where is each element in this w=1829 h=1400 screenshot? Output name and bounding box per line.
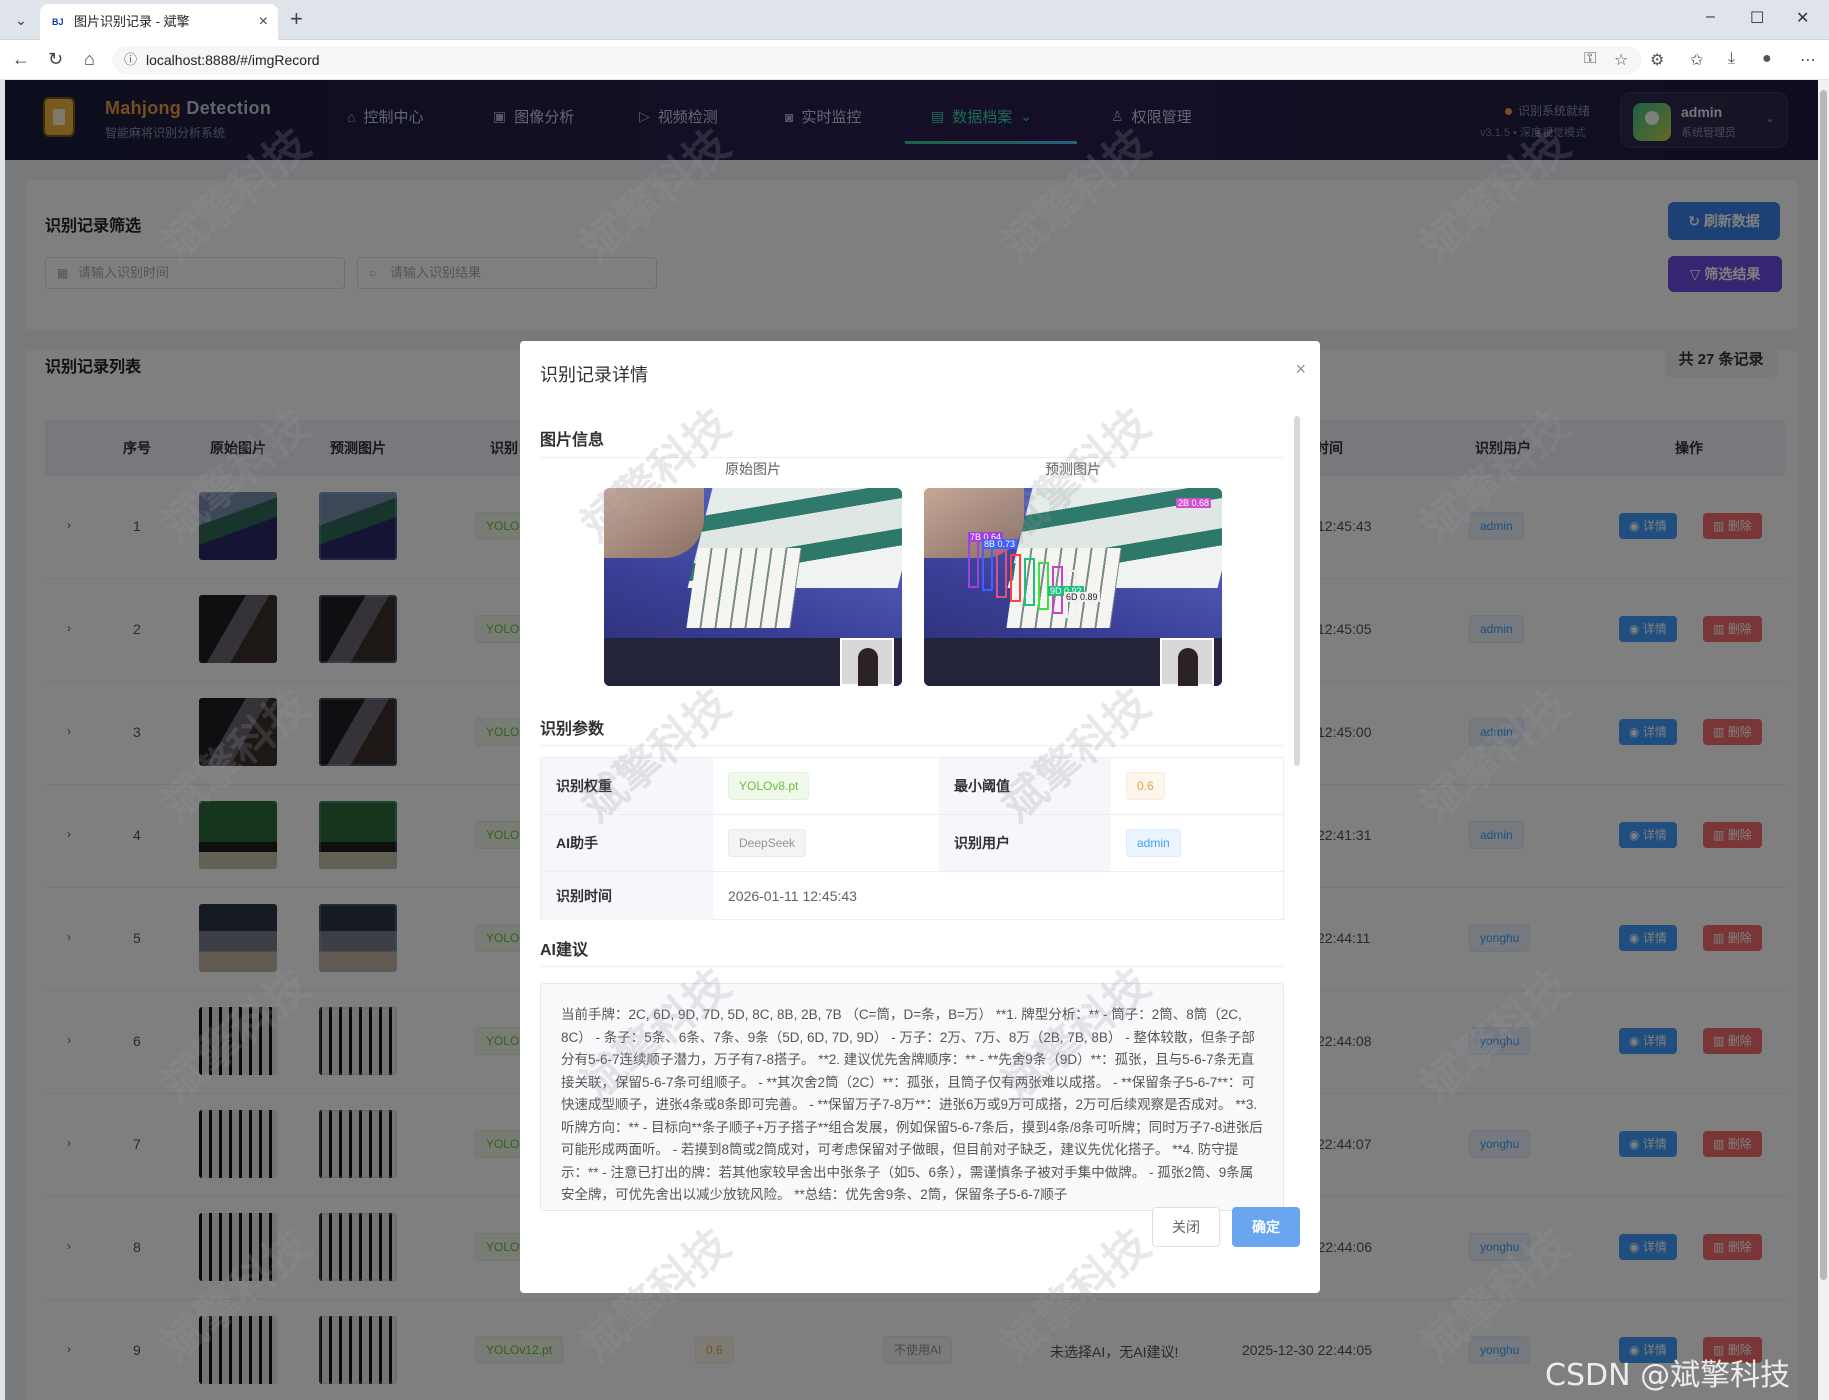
original-image[interactable] [604,488,902,686]
close-button[interactable]: 关闭 [1152,1207,1220,1247]
page-scrollbar[interactable] [1818,80,1829,1400]
ai-label: AI助手 [541,815,713,871]
profile-icon[interactable]: ● [1762,50,1772,68]
back-arrow-icon[interactable]: ← [12,49,30,70]
detection-box [1010,554,1021,602]
favorites-icon[interactable]: ✩ [1690,50,1703,70]
time-value: 2026-01-11 12:45:43 [728,888,857,904]
reload-icon[interactable]: ↻ [48,49,63,70]
detection-box [1024,558,1035,606]
dialog-body: 图片信息 原始图片 预测图片 2B 0.68 7B 0.64 8B 0.73 9… [540,411,1284,1211]
detection-label: 6D 0.89 [1064,592,1100,602]
site-info-icon[interactable]: ⓘ [124,46,137,74]
predicted-caption: 预测图片 [1045,461,1101,477]
address-bar: ← ↻ ⌂ ⓘ localhost:8888/#/imgRecord ⚿ ☆ ⚙… [0,40,1829,80]
user-tag: admin [1126,829,1181,857]
params-section-title: 识别参数 [540,721,605,738]
detection-box [982,543,993,591]
key-icon[interactable]: ⚿ [1584,50,1596,68]
record-detail-dialog: 识别记录详情 × 图片信息 原始图片 预测图片 2B 0.68 7B 0.64 [520,341,1320,1293]
time-label: 识别时间 [541,872,713,920]
window-close-icon[interactable]: ✕ [1796,8,1809,28]
detection-box [968,540,979,588]
detection-label: 2B 0.68 [1176,498,1212,508]
maximize-icon[interactable]: ☐ [1750,8,1764,28]
home-icon[interactable]: ⌂ [84,49,95,70]
browser-tab[interactable]: BJ 图片识别记录 - 斌擎 × [40,4,278,40]
download-icon[interactable]: ⤓ [1728,50,1735,68]
minimize-icon[interactable]: – [1706,8,1715,26]
favorite-star-icon[interactable]: ☆ [1614,50,1628,70]
url-field[interactable]: ⓘ localhost:8888/#/imgRecord [112,46,1642,74]
weight-tag: YOLOv8.pt [728,772,810,800]
conf-label: 最小阈值 [939,758,1111,814]
original-caption: 原始图片 [725,461,781,477]
detection-label: 8B 0.73 [982,539,1018,549]
dialog-title: 识别记录详情 [540,365,648,385]
csdn-watermark: CSDN @斌擎科技 [1545,1358,1791,1393]
image-section-title: 图片信息 [540,432,605,449]
extensions-icon[interactable]: ⚙ [1650,50,1664,70]
tab-close-icon[interactable]: × [259,4,268,40]
tab-list-chevron-icon[interactable]: ⌄ [8,8,34,32]
user-label: 识别用户 [939,815,1111,871]
ai-section-title: AI建议 [540,942,589,959]
ai-suggestion-text: 当前手牌：2C, 6D, 9D, 7D, 5D, 8C, 8B, 2B, 7B … [540,983,1284,1211]
confirm-button[interactable]: 确定 [1232,1207,1300,1247]
ai-tag: DeepSeek [728,829,807,857]
dialog-close-icon[interactable]: × [1295,359,1306,380]
browser-tab-bar: ⌄ BJ 图片识别记录 - 斌擎 × + – ☐ ✕ [0,0,1829,40]
favicon-icon: BJ [52,17,64,27]
more-menu-icon[interactable]: ⋯ [1800,50,1816,70]
dialog-scrollbar[interactable] [1294,416,1300,1206]
conf-tag: 0.6 [1126,772,1165,800]
tab-title: 图片识别记录 - 斌擎 [74,14,190,29]
app-root: Mahjong Detection 智能麻将识别分析系统 ⌂控制中心 ▣图像分析… [5,80,1818,1400]
predicted-image[interactable]: 2B 0.68 7B 0.64 8B 0.73 9D 0.92 6D 0.89 [924,488,1222,686]
new-tab-plus-icon[interactable]: + [290,6,303,32]
url-text: localhost:8888/#/imgRecord [146,52,320,68]
detection-box [996,550,1007,598]
weight-label: 识别权重 [541,758,713,814]
params-table: 识别权重 YOLOv8.pt 最小阈值 0.6 AI助手 DeepSeek 识别… [540,757,1284,920]
